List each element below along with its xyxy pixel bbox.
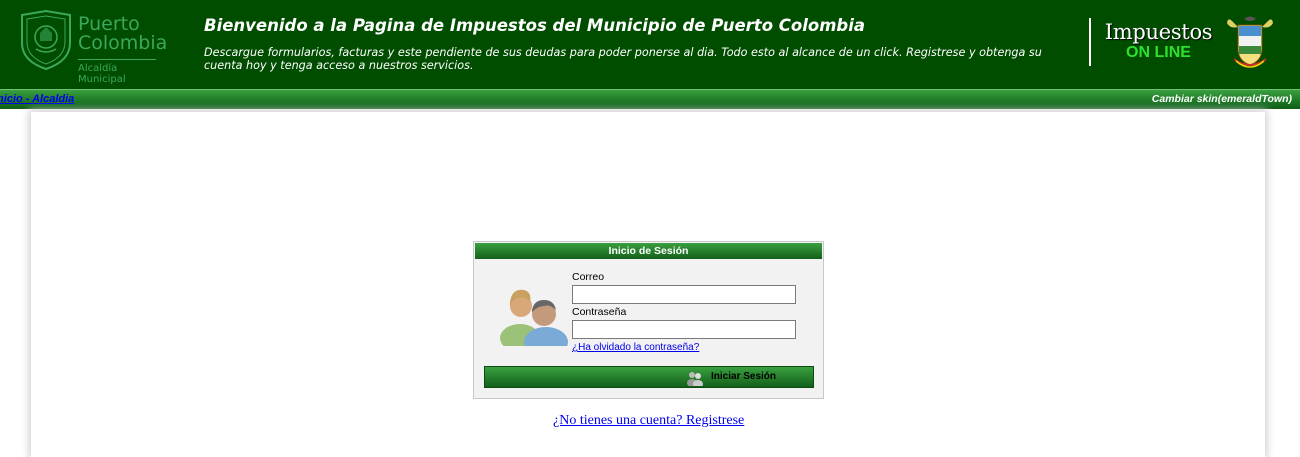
- national-shield-icon: [1227, 16, 1273, 68]
- users-icon: [500, 289, 568, 346]
- logo-line-3: Alcaldía Municipal: [78, 63, 126, 85]
- login-title: Inicio de Sesión: [475, 243, 822, 259]
- coat-of-arms-icon: [21, 9, 71, 71]
- header: Puerto Colombia Alcaldía Municipal Bienv…: [0, 0, 1300, 89]
- email-label: Correo: [572, 271, 605, 283]
- header-divider: [1089, 18, 1091, 66]
- register-link[interactable]: ¿No tienes una cuenta? Registrese: [553, 413, 744, 429]
- password-label: Contraseña: [572, 306, 627, 318]
- password-field[interactable]: [572, 320, 796, 339]
- logo-divider: [78, 59, 156, 60]
- login-button[interactable]: Iniciar Sesión: [484, 366, 814, 388]
- nav-bar: Inicio - Alcaldia Cambiar skin(emeraldTo…: [0, 89, 1300, 109]
- brand-line-2: ON LINE: [1126, 44, 1191, 61]
- login-box: Inicio de Sesión Correo Contraseña ¿Ha o…: [473, 241, 824, 399]
- page-description: Descargue formularios, facturas y este p…: [204, 46, 1042, 72]
- logo-line-2: Colombia: [78, 32, 168, 54]
- email-field[interactable]: [572, 285, 796, 304]
- users-small-icon: [687, 372, 703, 386]
- brand-line-1: Impuestos: [1104, 20, 1213, 44]
- skin-selector[interactable]: Cambiar skin(emeraldTown): [1152, 93, 1292, 105]
- brand-logo: Impuestos ON LINE: [1101, 19, 1216, 61]
- page-title: Bienvenido a la Pagina de Impuestos del …: [204, 16, 865, 35]
- logo-text: Puerto Colombia Alcaldía Municipal: [78, 15, 167, 85]
- login-button-label: Iniciar Sesión: [711, 371, 777, 382]
- municipality-logo: Puerto Colombia Alcaldía Municipal: [18, 9, 167, 85]
- forgot-password-link[interactable]: ¿Ha olvidado la contraseña?: [572, 342, 699, 353]
- breadcrumb-link[interactable]: Inicio - Alcaldia: [0, 93, 74, 105]
- logo-line-1: Puerto: [78, 13, 140, 35]
